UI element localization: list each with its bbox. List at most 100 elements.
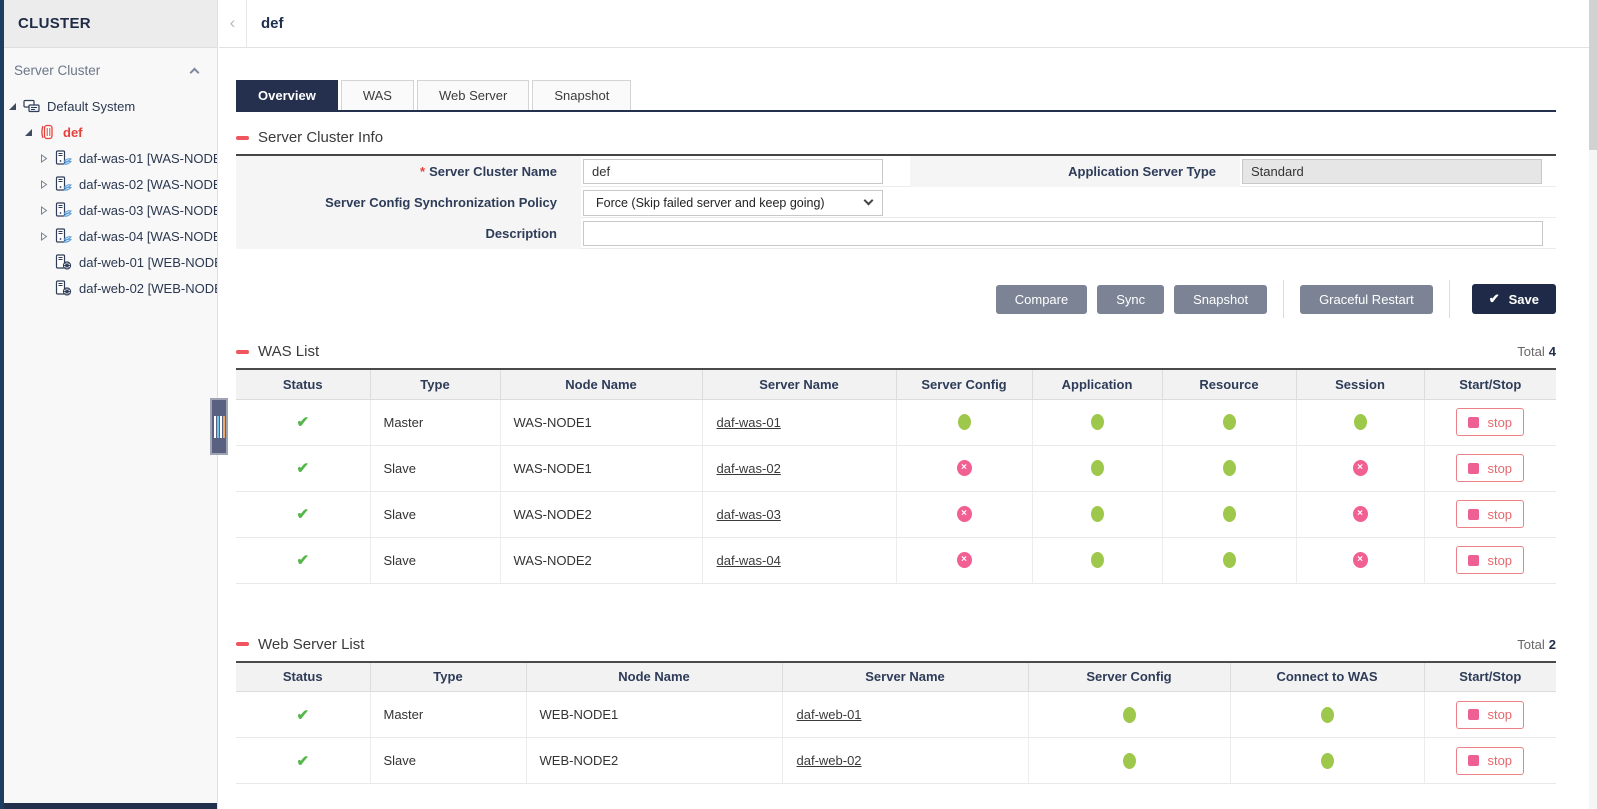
sync-policy-select[interactable]: Force (Skip failed server and keep going… [583, 189, 883, 216]
pink-x-icon: × [956, 506, 972, 523]
scrollbar-track[interactable] [1589, 0, 1597, 809]
green-dot-icon [1353, 414, 1367, 431]
server-name-link[interactable]: daf-web-02 [797, 753, 862, 768]
cell-type: Slave [369, 491, 500, 538]
section-dash-icon [236, 642, 249, 646]
save-button[interactable]: ✔ Save [1471, 284, 1556, 314]
expanded-arrow-icon[interactable] [8, 102, 23, 111]
green-dot-icon [1222, 414, 1236, 431]
green-check-icon: ✔ [296, 414, 310, 431]
tree-node-default[interactable]: Default System [0, 93, 217, 119]
tree-node-daf-was-03[interactable]: daf-was-03 [WAS-NODE2] [0, 197, 217, 223]
green-check-icon: ✔ [296, 752, 310, 770]
stop-button[interactable]: stop [1456, 408, 1525, 436]
check-icon: ✔ [1488, 291, 1500, 306]
expanded-arrow-icon[interactable] [24, 128, 39, 137]
green-dot-icon [1222, 460, 1236, 477]
was-table: Status Type Node Name Server Name Server Con… [236, 368, 1556, 584]
green-check-icon: ✔ [296, 460, 310, 477]
column-header-server-name: Server Name [781, 661, 1028, 692]
collapsed-arrow-icon[interactable] [40, 153, 55, 163]
column-header-status: Status [236, 369, 370, 400]
stop-square-icon [1468, 755, 1480, 766]
cell-type: Slave [369, 537, 500, 584]
green-dot-icon [1090, 506, 1104, 523]
server-name-link[interactable]: daf-was-01 [717, 415, 781, 430]
tab-web-server[interactable]: Web Server [416, 80, 530, 110]
chevron-left-icon[interactable]: ‹ [219, 0, 247, 48]
column-header-node-name: Node Name [499, 369, 702, 400]
tree-node-daf-was-04[interactable]: daf-was-04 [WAS-NODE2] [0, 223, 217, 249]
snapshot-button[interactable]: Snapshot [1174, 284, 1268, 314]
server-name-link[interactable]: daf-was-03 [717, 507, 781, 522]
stop-button[interactable]: stop [1456, 746, 1525, 775]
sidebar-group-server-cluster[interactable]: Server Cluster [14, 63, 201, 78]
tree-node-def[interactable]: def [0, 119, 217, 145]
cell-node-name: WEB-NODE1 [525, 691, 782, 738]
tree-node-daf-web-02[interactable]: daf-web-02 [WEB-NODE2] [0, 275, 217, 301]
pink-x-icon: × [956, 460, 972, 477]
collapsed-arrow-icon[interactable] [40, 231, 55, 241]
tab-snapshot[interactable]: Snapshot [532, 80, 632, 110]
compare-button[interactable]: Compare [995, 284, 1088, 314]
server-cluster-name-input[interactable] [583, 159, 883, 184]
server-name-link[interactable]: daf-was-04 [717, 553, 781, 568]
column-header-node-name: Node Name [525, 661, 782, 692]
application-server-type-label: Application Server Type [910, 156, 1240, 187]
sidebar: CLUSTER Server Cluster Default System def… [0, 0, 218, 809]
green-check-icon: ✔ [296, 706, 310, 724]
cell-node-name: WEB-NODE2 [525, 737, 782, 784]
section-title: Web Server List [258, 635, 365, 653]
was-server-icon [55, 176, 74, 192]
cell-type: Master [369, 691, 526, 738]
graceful-restart-button[interactable]: Graceful Restart [1300, 284, 1433, 314]
tree-node-daf-was-02[interactable]: daf-was-02 [WAS-NODE1] [0, 171, 217, 197]
action-button-row: Compare Sync Snapshot Graceful Restart ✔… [236, 280, 1556, 318]
description-input[interactable] [583, 221, 1543, 246]
table-row: ✔ Master WEB-NODE1 daf-web-01 stop [236, 691, 1556, 738]
web-total-count: Total 2 [1517, 636, 1556, 652]
column-header-resource: Resource [1161, 369, 1296, 400]
section-server-cluster-info: Server Cluster Info [236, 129, 1556, 146]
table-row: ✔ Master WAS-NODE1 daf-was-01 stop [236, 399, 1556, 446]
cell-type: Master [369, 399, 500, 446]
web-server-icon [55, 254, 74, 270]
column-header-session: Session [1295, 369, 1424, 400]
green-dot-icon [1320, 752, 1334, 769]
green-check-icon: ✔ [296, 552, 310, 569]
tree-node-label: daf-was-01 [WAS-NODE1] [79, 150, 217, 166]
web-server-table: Status Type Node Name Server Name Server Con… [236, 660, 1556, 784]
scrollbar-thumb[interactable] [1589, 0, 1597, 150]
tab-was[interactable]: WAS [340, 80, 414, 110]
tab-overview[interactable]: Overview [236, 80, 338, 110]
column-header-action: Start/Stop [1423, 661, 1556, 692]
collapsed-arrow-icon[interactable] [40, 179, 55, 189]
stop-button[interactable]: stop [1456, 500, 1525, 528]
sidebar-bottom-bar [0, 803, 217, 809]
column-header-application: Application [1031, 369, 1162, 400]
section-was-list: WAS List Total 4 [236, 343, 1556, 360]
table-row: ✔ Slave WAS-NODE2 daf-was-03 × × stop [236, 491, 1556, 538]
stop-button[interactable]: stop [1456, 700, 1525, 729]
was-server-icon [55, 228, 74, 244]
server-name-link[interactable]: daf-was-02 [717, 461, 781, 476]
section-dash-icon [236, 135, 249, 140]
required-mark: * [420, 164, 426, 179]
tree-node-daf-was-01[interactable]: daf-was-01 [WAS-NODE1] [0, 145, 217, 171]
cluster-info-form: *Server Cluster Name Application Server … [236, 154, 1556, 249]
stop-button[interactable]: stop [1456, 454, 1525, 482]
sidebar-splitter-handle[interactable] [210, 398, 228, 455]
collapsed-arrow-icon[interactable] [40, 205, 55, 215]
green-dot-icon [1090, 414, 1104, 431]
green-dot-icon [1222, 552, 1236, 569]
sync-button[interactable]: Sync [1097, 284, 1165, 314]
stop-square-icon [1468, 554, 1480, 566]
application-server-type-input [1242, 159, 1542, 184]
tree-node-daf-web-01[interactable]: daf-web-01 [WEB-NODE1] [0, 249, 217, 275]
chevron-up-icon[interactable] [189, 67, 200, 77]
pink-x-icon: × [1352, 460, 1368, 477]
tree-node-label: daf-web-01 [WEB-NODE1] [79, 254, 217, 270]
column-header-action: Start/Stop [1423, 369, 1556, 400]
stop-button[interactable]: stop [1456, 546, 1525, 574]
server-name-link[interactable]: daf-web-01 [797, 707, 862, 722]
